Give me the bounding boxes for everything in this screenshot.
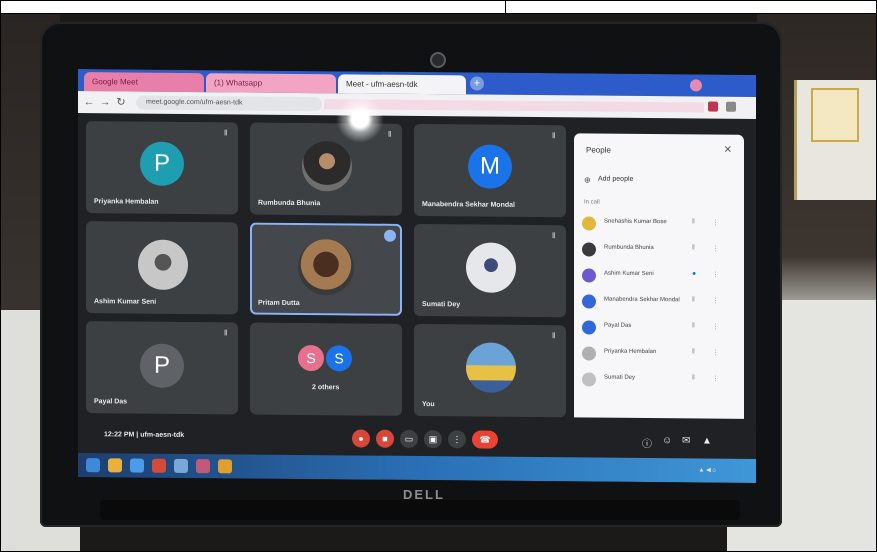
photo-border	[0, 0, 877, 552]
